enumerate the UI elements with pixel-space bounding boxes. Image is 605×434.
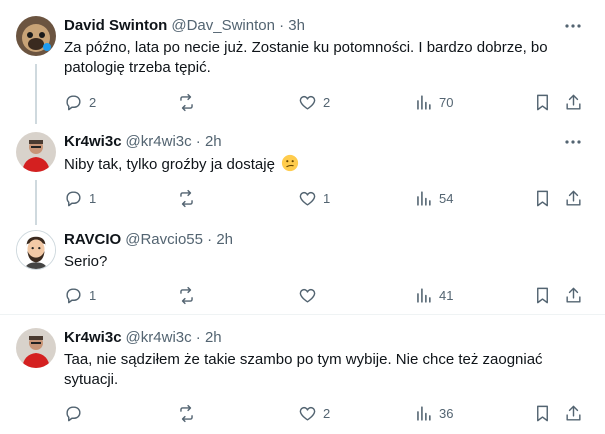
retweet-icon — [180, 93, 193, 111]
tweet-actions: 2 2 70 — [0, 91, 605, 113]
avatar[interactable] — [16, 328, 56, 368]
separator: · — [207, 231, 213, 248]
bookmark-icon — [537, 405, 548, 421]
retweet-button[interactable] — [177, 91, 202, 113]
tweet-text: Niby tak, tylko groźby ja dostaję — [64, 154, 579, 175]
retweet-button[interactable] — [177, 402, 202, 424]
share-button[interactable] — [564, 91, 583, 113]
tweet-text: Taa, nie sądziłem że takie szambo po tym… — [64, 351, 543, 388]
view-count: 54 — [439, 190, 454, 206]
tweet-actions: 1 1 54 — [0, 187, 605, 209]
like-count: 2 — [323, 94, 331, 110]
user-handle[interactable]: @Dav_Swinton — [171, 17, 275, 34]
view-count: 70 — [439, 94, 454, 110]
more-options-icon[interactable] — [563, 135, 583, 149]
bookmark-icon — [537, 190, 548, 206]
user-handle[interactable]: @kr4wi3c — [126, 329, 192, 346]
bookmark-button[interactable] — [533, 402, 552, 424]
share-icon — [566, 190, 581, 206]
retweet-icon — [180, 404, 193, 422]
tweet-header: David Swinton @Dav_Swinton · 3h — [64, 16, 305, 36]
separator: · — [279, 17, 285, 34]
tweet[interactable]: Kr4wi3c @kr4wi3c · 2h Taa, nie sądziłem ż… — [0, 328, 605, 434]
timestamp[interactable]: 2h — [205, 329, 222, 346]
view-count: 41 — [439, 287, 454, 303]
user-handle[interactable]: @Ravcio55 — [125, 231, 203, 248]
tweet[interactable]: RAVCIO @Ravcio55 · 2h Serio? 1 41 — [0, 230, 605, 320]
bookmark-icon — [537, 287, 548, 303]
tweet[interactable]: David Swinton @Dav_Swinton · 3h Za późno,… — [0, 16, 605, 116]
view-count: 36 — [439, 405, 454, 421]
display-name[interactable]: RAVCIO — [64, 231, 121, 248]
retweet-button[interactable] — [177, 187, 202, 209]
timestamp[interactable]: 2h — [205, 133, 222, 150]
bookmark-icon — [537, 94, 548, 110]
confused-face-emoji — [282, 154, 299, 172]
reply-button[interactable] — [64, 402, 89, 424]
separator: · — [195, 329, 201, 346]
like-count: 1 — [323, 190, 331, 206]
share-button[interactable] — [564, 284, 583, 306]
avatar[interactable] — [16, 16, 56, 56]
share-icon — [566, 405, 581, 421]
divider — [0, 314, 605, 315]
tweet[interactable]: Kr4wi3c @kr4wi3c · 2h Niby tak, tylko gro… — [0, 132, 605, 222]
reply-icon — [66, 190, 81, 206]
share-icon — [566, 287, 581, 303]
reply-count: 1 — [89, 287, 97, 303]
retweet-icon — [180, 286, 193, 304]
timestamp[interactable]: 3h — [288, 17, 305, 34]
retweet-button[interactable] — [177, 284, 202, 306]
views-button[interactable]: 70 — [414, 91, 453, 113]
more-options-icon[interactable] — [563, 19, 583, 33]
like-button[interactable]: 2 — [298, 402, 330, 424]
like-count: 2 — [323, 405, 331, 421]
share-button[interactable] — [564, 187, 583, 209]
share-button[interactable] — [564, 402, 583, 424]
reply-button[interactable]: 2 — [64, 91, 96, 113]
views-button[interactable]: 54 — [414, 187, 453, 209]
tweet-text: Za późno, lata po necie już. Zostanie ku… — [64, 39, 548, 76]
display-name[interactable]: David Swinton — [64, 17, 167, 34]
views-button[interactable]: 36 — [414, 402, 453, 424]
analytics-icon — [417, 287, 431, 303]
heart-icon — [299, 191, 316, 206]
bookmark-button[interactable] — [533, 91, 552, 113]
views-button[interactable]: 41 — [414, 284, 453, 306]
analytics-icon — [417, 94, 431, 110]
bookmark-button[interactable] — [533, 284, 552, 306]
tweet-text-content: Niby tak, tylko groźby ja dostaję — [64, 156, 275, 173]
share-icon — [566, 94, 581, 110]
tweet-actions: 2 36 — [0, 402, 605, 424]
tweet-header: Kr4wi3c @kr4wi3c · 2h — [64, 328, 222, 348]
analytics-icon — [417, 190, 431, 206]
heart-icon — [299, 406, 316, 421]
heart-icon — [299, 288, 316, 303]
avatar[interactable] — [16, 132, 56, 172]
reply-count: 2 — [89, 94, 97, 110]
bookmark-button[interactable] — [533, 187, 552, 209]
reply-icon — [66, 94, 81, 110]
reply-icon — [66, 405, 81, 421]
display-name[interactable]: Kr4wi3c — [64, 329, 122, 346]
reply-count: 1 — [89, 190, 97, 206]
tweet-text: Serio? — [64, 253, 108, 270]
retweet-icon — [180, 189, 193, 207]
tweet-header: Kr4wi3c @kr4wi3c · 2h — [64, 132, 222, 152]
like-button[interactable] — [298, 284, 323, 306]
analytics-icon — [417, 405, 431, 421]
tweet-header: RAVCIO @Ravcio55 · 2h — [64, 230, 233, 250]
display-name[interactable]: Kr4wi3c — [64, 133, 122, 150]
user-handle[interactable]: @kr4wi3c — [126, 133, 192, 150]
reply-icon — [66, 287, 81, 303]
tweet-actions: 1 41 — [0, 284, 605, 306]
timestamp[interactable]: 2h — [216, 231, 233, 248]
separator: · — [195, 133, 201, 150]
like-button[interactable]: 2 — [298, 91, 330, 113]
reply-button[interactable]: 1 — [64, 284, 96, 306]
avatar[interactable] — [16, 230, 56, 270]
reply-button[interactable]: 1 — [64, 187, 96, 209]
like-button[interactable]: 1 — [298, 187, 330, 209]
heart-icon — [299, 95, 316, 110]
